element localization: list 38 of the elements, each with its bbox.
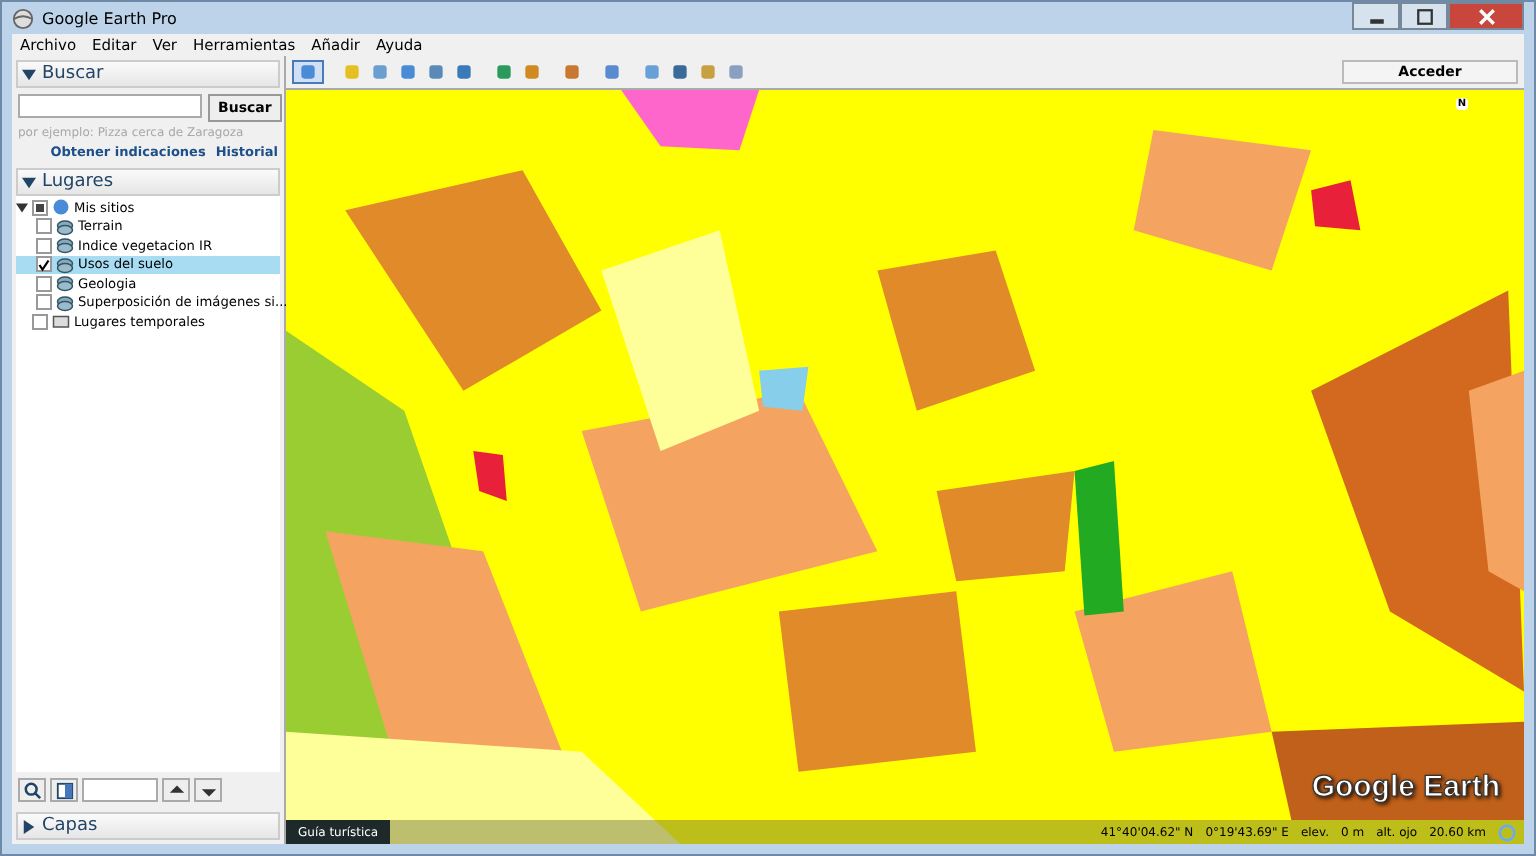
minimize-button[interactable] [1352,2,1400,30]
panel-title: Capas [42,816,98,836]
checkbox[interactable] [36,237,52,254]
places-panel-header[interactable]: Lugares [16,168,280,196]
move-up-button[interactable] [162,778,190,802]
checkbox[interactable] [36,256,52,273]
triangle-down-icon [22,67,36,81]
checkbox[interactable] [36,218,52,235]
search-button[interactable] [18,778,46,802]
globe-icon [52,198,70,217]
maximize-button[interactable] [1400,2,1448,30]
triangle-right-icon [22,819,36,833]
input-field[interactable] [82,778,158,802]
toolbar-button[interactable] [292,60,324,84]
checkbox[interactable] [36,275,52,292]
window-title: Google Earth Pro [42,9,177,27]
panel-title: Buscar [42,64,104,84]
checkbox[interactable] [32,313,48,330]
maximize-icon [1415,7,1433,25]
triangle-down-icon [22,175,36,189]
panel-toggle-button[interactable] [50,778,78,802]
layers-panel-header[interactable]: Capas [16,812,280,840]
globe-icon [12,7,34,29]
panel-icon [55,781,73,799]
close-icon [1477,7,1495,25]
circle-icon [1498,823,1516,841]
checkbox[interactable] [36,294,52,311]
close-button[interactable] [1448,2,1524,30]
search-icon [23,781,41,799]
checkbox[interactable] [32,199,48,216]
arrow-up-icon [167,781,185,799]
panel-title: Lugares [42,172,114,192]
search-field[interactable] [18,94,202,118]
expand-icon[interactable] [16,201,28,214]
move-down-button[interactable] [194,778,222,802]
search-panel-header[interactable]: Buscar [16,60,280,88]
folder-icon [52,312,70,331]
map-logo: Google Earth [1311,770,1500,804]
